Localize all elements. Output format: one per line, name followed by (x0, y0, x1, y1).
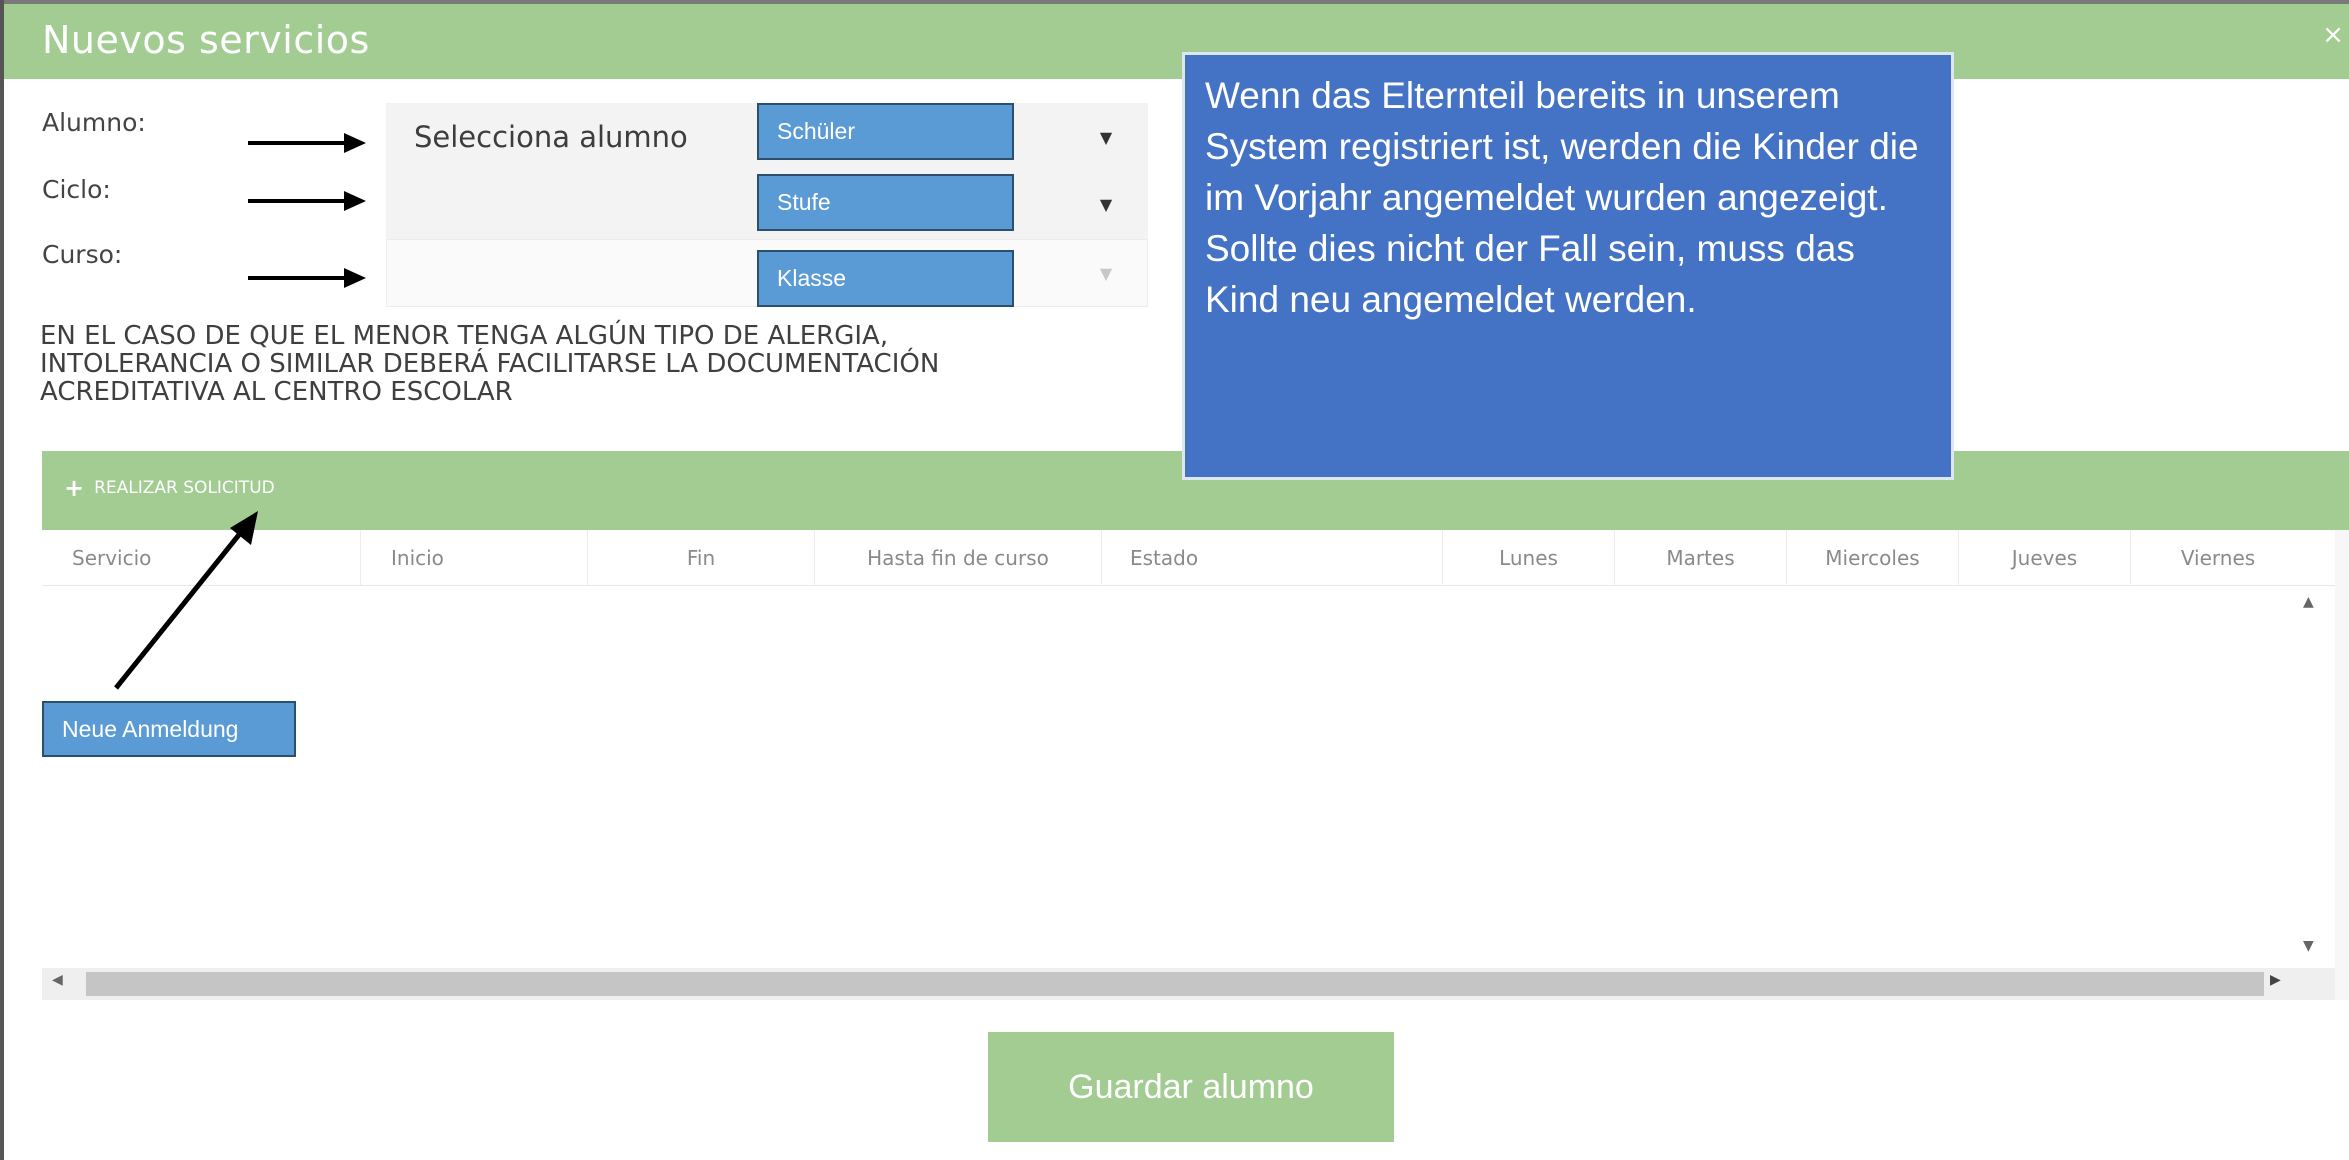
arrow-right-icon (248, 130, 368, 156)
column-header[interactable]: Fin (587, 530, 814, 586)
column-header[interactable]: Hasta fin de curso (814, 530, 1101, 586)
scroll-left-icon[interactable]: ◀ (52, 972, 63, 988)
close-icon[interactable]: × (2318, 20, 2348, 50)
scroll-down-icon[interactable]: ▼ (2303, 938, 2314, 954)
column-header[interactable]: Viernes (2130, 530, 2305, 586)
dialog-title: Nuevos servicios (42, 18, 370, 62)
add-request-label: REALIZAR SOLICITUD (94, 478, 275, 498)
column-header[interactable]: Inicio (360, 530, 587, 586)
label-alumno: Alumno: (42, 108, 146, 137)
arrow-right-icon (248, 265, 368, 291)
scroll-right-icon[interactable]: ▶ (2270, 972, 2281, 988)
grid-side-strip (2335, 530, 2349, 1000)
column-header[interactable]: Jueves (1958, 530, 2130, 586)
column-header[interactable]: Estado (1101, 530, 1442, 586)
chevron-down-icon[interactable]: ▼ (1097, 129, 1115, 147)
label-ciclo: Ciclo: (42, 175, 111, 204)
grid-body (42, 587, 2307, 967)
label-curso: Curso: (42, 240, 123, 269)
annotation-stufe: Stufe (757, 174, 1014, 231)
scroll-up-icon[interactable]: ▲ (2303, 594, 2314, 610)
arrow-right-icon (248, 188, 368, 214)
save-student-button[interactable]: Guardar alumno (988, 1032, 1394, 1142)
annotation-klasse: Klasse (757, 250, 1014, 307)
info-callout: Wenn das Elternteil bereits in unserem S… (1182, 52, 1954, 480)
vertical-scrollbar[interactable] (2293, 586, 2335, 968)
plus-icon: + (64, 474, 85, 502)
add-request-button[interactable]: + REALIZAR SOLICITUD (64, 474, 275, 502)
column-header[interactable]: Miercoles (1786, 530, 1958, 586)
annotation-schueler: Schüler (757, 103, 1014, 160)
scrollbar-thumb[interactable] (86, 972, 2264, 996)
column-header[interactable]: Lunes (1442, 530, 1614, 586)
chevron-down-icon[interactable]: ▼ (1097, 196, 1115, 214)
arrow-diagonal-icon (108, 505, 268, 695)
annotation-neue-anmeldung: Neue Anmeldung (42, 701, 296, 757)
window-frame-left (0, 0, 4, 1160)
allergy-notice: EN EL CASO DE QUE EL MENOR TENGA ALGÚN T… (40, 321, 940, 407)
chevron-down-icon: ▼ (1099, 264, 1113, 283)
column-header[interactable]: Martes (1614, 530, 1786, 586)
